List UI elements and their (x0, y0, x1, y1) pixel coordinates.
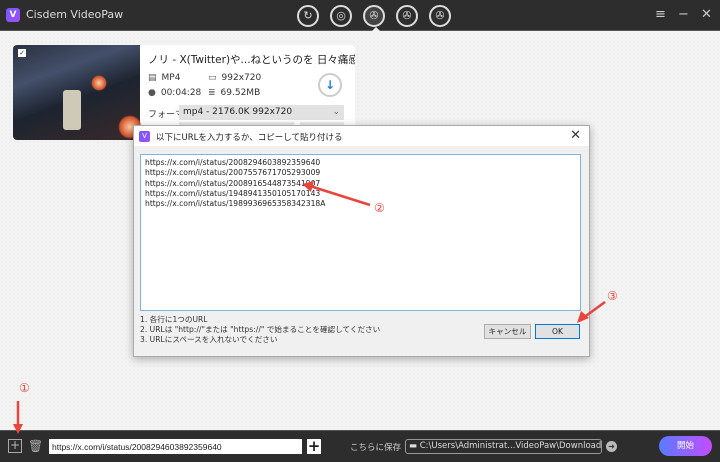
annotation-3: ③ (607, 289, 618, 303)
arrow-3 (582, 300, 606, 320)
annotation-2: ② (374, 201, 385, 215)
annotation-1: ① (19, 381, 30, 395)
arrow-2 (309, 184, 371, 207)
annotation-arrows (13, 181, 606, 434)
